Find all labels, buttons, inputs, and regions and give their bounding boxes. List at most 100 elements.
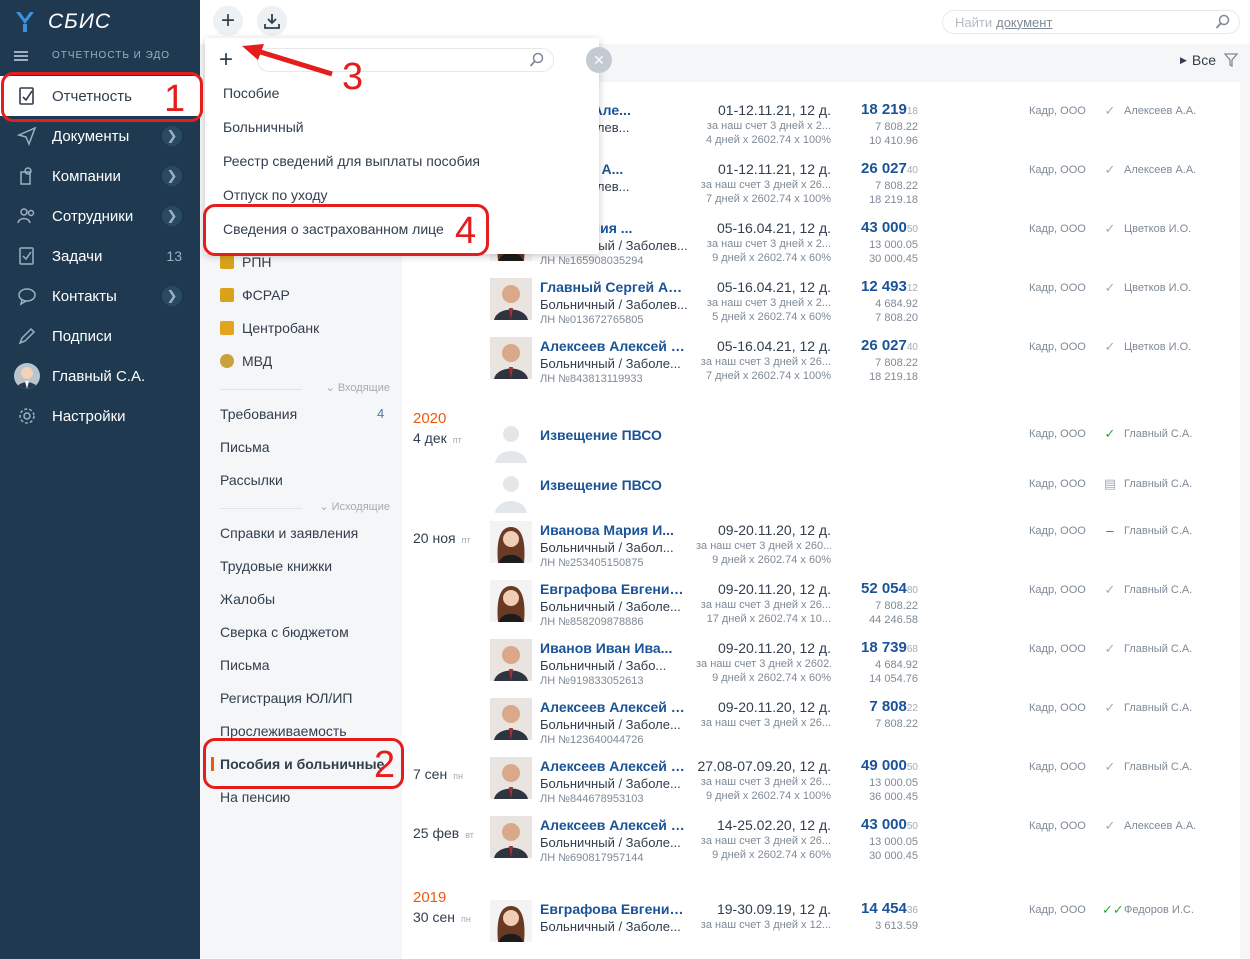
- incoming-mailings[interactable]: Рассылки: [220, 472, 283, 488]
- nav-item-documents[interactable]: Документы ❯: [0, 116, 200, 156]
- employee-name[interactable]: Алексеев Алексей А...: [540, 758, 688, 774]
- table-row[interactable]: Алексеев Алексей А... Больничный / Заболе…: [402, 332, 1240, 391]
- nav-item-tasks[interactable]: Задачи 13: [0, 236, 200, 276]
- tasks-count: 13: [166, 248, 182, 264]
- menu-icon[interactable]: [14, 50, 28, 61]
- section-header[interactable]: ОТЧЕТНОСТЬ И ЭДО: [14, 50, 170, 61]
- table-row[interactable]: Главный Сергей Але... Больничный / Заболе…: [402, 273, 1240, 332]
- close-button[interactable]: ×: [586, 47, 612, 73]
- nav-item-employees[interactable]: Сотрудники ❯: [0, 196, 200, 236]
- avatar: [490, 278, 532, 320]
- doc-type: Больничный / Заболев...: [540, 297, 688, 312]
- outgoing-item[interactable]: Жалобы: [220, 591, 275, 607]
- amount-part: 7 808.20: [875, 312, 918, 324]
- period: 09-20.11.20, 12 д.: [718, 581, 831, 597]
- filter-label: Все: [1191, 52, 1217, 68]
- period-detail: за наш счет 3 дней x 2...: [706, 297, 831, 309]
- row-date: [413, 648, 419, 664]
- logo[interactable]: СБИС: [14, 8, 111, 36]
- doc-number: ЛН №858209878886: [540, 616, 644, 628]
- menu-item-register[interactable]: Реестр сведений для выплаты пособия: [223, 153, 480, 169]
- doc-number: ЛН №919833052613: [540, 675, 644, 687]
- group-outgoing[interactable]: ⌄ Исходящие: [310, 500, 390, 513]
- add-button[interactable]: +: [213, 6, 243, 36]
- outgoing-item[interactable]: Сверка с бюджетом: [220, 624, 349, 640]
- status-icon: ✓: [1104, 582, 1116, 597]
- amount: 12 49312: [860, 278, 918, 295]
- status-icon: ✓✓: [1102, 902, 1124, 917]
- nav-item-profile[interactable]: Главный С.А.: [0, 356, 200, 396]
- employee-name[interactable]: Евграфова Евгения ...: [540, 901, 688, 917]
- nav-label: Настройки: [52, 407, 126, 425]
- nav-item-contacts[interactable]: Контакты ❯: [0, 276, 200, 316]
- table-row[interactable]: Иванов Иван Ива... Больничный / Забо... ЛН…: [402, 634, 1240, 693]
- employee-name[interactable]: Алексеев Алексей А...: [540, 338, 688, 354]
- outgoing-item[interactable]: Трудовые книжки: [220, 558, 332, 574]
- outgoing-item[interactable]: На пенсию: [220, 789, 290, 805]
- group-incoming[interactable]: ⌄ Входящие: [310, 381, 390, 394]
- filter-icon[interactable]: [1224, 53, 1239, 67]
- outgoing-item[interactable]: Справки и заявления: [220, 525, 358, 541]
- status-icon: ✓: [1104, 426, 1116, 441]
- menu-item-benefit[interactable]: Пособие: [223, 85, 279, 101]
- row-date: [413, 346, 419, 362]
- org-rpn[interactable]: РПН: [220, 254, 272, 270]
- period: 27.08-07.09.20, 12 д.: [697, 758, 832, 774]
- table-row[interactable]: Алексеев Алексей А... Больничный / Заболе…: [402, 693, 1240, 752]
- table-row[interactable]: 30 сен пн Евграфова Евгения ... Больничный …: [402, 895, 1240, 954]
- search-input[interactable]: Найти документ: [942, 10, 1240, 34]
- chevron-right-icon[interactable]: ❯: [162, 206, 182, 226]
- doc-number: ЛН №843813119933: [540, 373, 643, 385]
- org-fsrar[interactable]: ФСРАР: [220, 287, 290, 303]
- employee-name[interactable]: Алексеев Алексей А...: [540, 817, 688, 833]
- annotation-arrow: [242, 44, 333, 77]
- contacts-icon: [16, 285, 38, 307]
- employee-name[interactable]: Иванова Мария И...: [540, 522, 688, 538]
- amount: 7 80822: [869, 698, 918, 715]
- plus-icon[interactable]: +: [219, 46, 233, 74]
- employee-name[interactable]: Главный Сергей Але...: [540, 279, 688, 295]
- search-link[interactable]: документ: [996, 15, 1052, 30]
- table-row[interactable]: 7 сен пн Алексеев Алексей А... Больничный /…: [402, 752, 1240, 811]
- avatar: [490, 337, 532, 379]
- menu-item-insured-info[interactable]: Сведения о застрахованном лице: [223, 221, 444, 237]
- search-icon[interactable]: [529, 52, 545, 68]
- outgoing-item[interactable]: Письма: [220, 657, 270, 673]
- employee-name[interactable]: Извещение ПВСО: [540, 477, 688, 493]
- employee-name[interactable]: Евграфова Евгения ...: [540, 581, 688, 597]
- outgoing-item[interactable]: Прослеживаемость: [220, 723, 347, 739]
- incoming-demands[interactable]: Требования 4: [220, 406, 384, 422]
- period: 09-20.11.20, 12 д.: [718, 699, 831, 715]
- outgoing-item[interactable]: Регистрация ЮЛ/ИП: [220, 690, 352, 706]
- outgoing-item-benefits[interactable]: Пособия и больничные: [220, 756, 384, 772]
- org-centrobank[interactable]: Центробанк: [220, 320, 319, 336]
- nav-item-companies[interactable]: Компании ❯: [0, 156, 200, 196]
- table-row[interactable]: Евграфова Евгения ... Больничный / Заболе…: [402, 575, 1240, 634]
- incoming-letters[interactable]: Письма: [220, 439, 270, 455]
- amount-part: 30 000.45: [869, 850, 918, 862]
- org-mvd[interactable]: МВД: [220, 353, 272, 369]
- download-button[interactable]: [257, 6, 287, 36]
- menu-item-care-leave[interactable]: Отпуск по уходу: [223, 187, 328, 203]
- nav-item-settings[interactable]: Настройки: [0, 396, 200, 436]
- employee-name[interactable]: Извещение ПВСО: [540, 427, 688, 443]
- status-icon: ✓: [1104, 103, 1116, 118]
- row-date: [413, 480, 419, 496]
- paper-plane-icon: [16, 125, 38, 147]
- amount-part: 13 000.05: [869, 239, 918, 251]
- nav-item-signatures[interactable]: Подписи: [0, 316, 200, 356]
- doc-type: Больничный / Заболе...: [540, 356, 681, 371]
- nav-label: Задачи: [52, 247, 103, 265]
- chevron-right-icon[interactable]: ❯: [162, 286, 182, 306]
- table-row[interactable]: 20 ноя пт Иванова Мария И... Больничный / З…: [402, 516, 1240, 575]
- employee-name[interactable]: Алексеев Алексей А...: [540, 699, 688, 715]
- status-icon: ✓: [1104, 339, 1116, 354]
- chevron-right-icon[interactable]: ❯: [162, 166, 182, 186]
- table-row[interactable]: 25 фев вт Алексеев Алексей А... Больничный …: [402, 811, 1240, 870]
- filter-all[interactable]: ▶ Все: [1180, 52, 1239, 68]
- org-name: Кадр, ООО: [1029, 428, 1086, 440]
- employee-name[interactable]: Иванов Иван Ива...: [540, 640, 688, 656]
- menu-item-sick-leave[interactable]: Больничный: [223, 119, 304, 135]
- chevron-right-icon[interactable]: ❯: [162, 126, 182, 146]
- search-icon[interactable]: [1215, 14, 1231, 30]
